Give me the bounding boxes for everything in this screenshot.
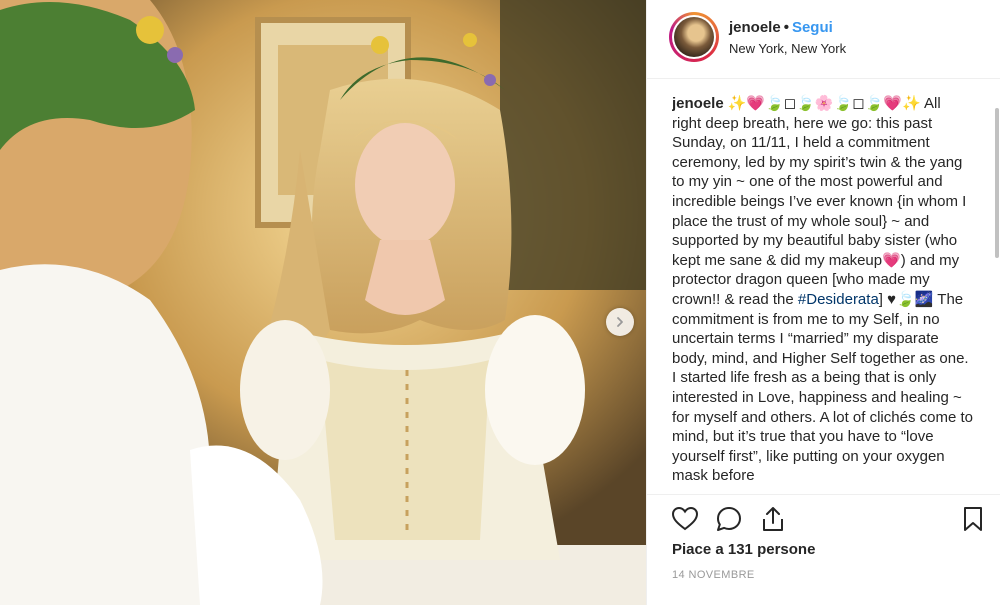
avatar[interactable] [669,12,719,62]
post-actions: Piace a 131 persone 14 NOVEMBRE [647,494,1000,606]
likes-count[interactable]: Piace a 131 persone [672,541,815,558]
separator-dot: • [783,19,789,36]
caption-body-part1: All right deep breath, here we go: this … [672,95,967,308]
share-icon[interactable] [759,505,787,533]
caption-body-part2: ] ♥🍃🌌 The commitment is from me to my Se… [672,290,973,485]
caption-area: jenoele ✨💗🍃◻🍃🌸🍃◻🍃💗✨ All right deep breath… [672,94,974,494]
caption-text: jenoele ✨💗🍃◻🍃🌸🍃◻🍃💗✨ All right deep breath… [672,94,974,486]
caption-scrollbar[interactable] [995,108,999,258]
username-link[interactable]: jenoele [729,19,781,36]
heart-icon[interactable] [671,505,699,533]
caption-username-link[interactable]: jenoele [672,95,724,112]
post-date[interactable]: 14 NOVEMBRE [672,569,755,581]
avatar-border [672,15,716,59]
location-link[interactable]: New York, New York [729,41,846,56]
instagram-post: jenoele • Segui New York, New York jenoele… [0,0,1000,605]
hashtag-link[interactable]: #Desiderata [798,291,879,308]
post-photo[interactable] [0,0,646,605]
bookmark-icon[interactable] [959,505,987,533]
post-header: jenoele • Segui New York, New York [647,0,1000,79]
post-sidebar: jenoele • Segui New York, New York jenoele… [646,0,1000,605]
caption-emoji-header: ✨💗🍃◻🍃🌸🍃◻🍃💗✨ [727,95,921,112]
follow-button[interactable]: Segui [792,19,833,36]
comment-icon[interactable] [715,505,743,533]
header-user-line: jenoele • Segui [729,19,833,36]
photo-illustration [0,0,646,605]
chevron-right-icon [617,317,623,327]
next-photo-button[interactable] [606,308,634,336]
avatar-image [674,17,714,57]
